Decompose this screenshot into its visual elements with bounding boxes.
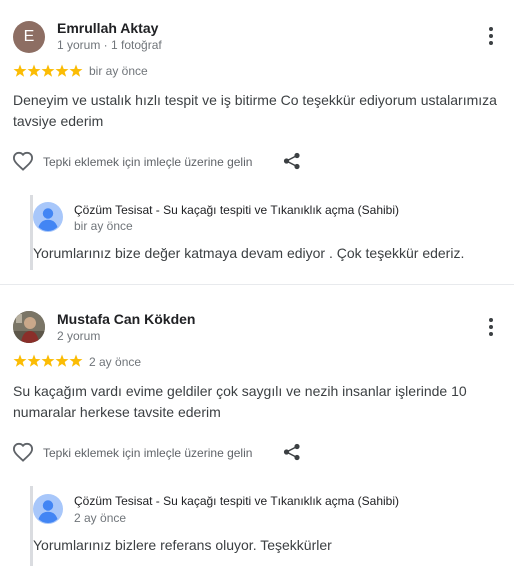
- owner-avatar-icon[interactable]: [33, 202, 63, 232]
- reply-time: bir ay önce: [74, 219, 133, 233]
- owner-avatar-icon[interactable]: [33, 494, 63, 524]
- owner-name: Çözüm Tesisat - Su kaçağı tespiti ve Tık…: [74, 203, 400, 217]
- share-icon[interactable]: [283, 443, 301, 461]
- more-options-icon[interactable]: [480, 25, 502, 47]
- author-name[interactable]: Mustafa Can Kökden: [57, 311, 195, 327]
- heart-icon[interactable]: [12, 442, 34, 462]
- avatar[interactable]: [13, 311, 45, 343]
- review-text: Deneyim ve ustalık hızlı tespit ve iş bi…: [13, 92, 497, 129]
- review-time: bir ay önce: [89, 64, 148, 78]
- review-time: 2 ay önce: [89, 355, 142, 369]
- owner-reply-text: Yorumlarınız bize değer katmaya devam ed…: [33, 245, 465, 261]
- review-text: Su kaçağım vardı evime geldiler çok sayg…: [13, 383, 467, 420]
- owner-reply-text: Yorumlarınız bizlere referans oluyor. Te…: [33, 537, 332, 553]
- reaction-hint: Tepki eklemek için imleçle üzerine gelin: [43, 155, 253, 169]
- share-icon[interactable]: [283, 152, 301, 170]
- star-rating: [13, 64, 83, 77]
- author-meta: 1 yorum · 1 fotoğraf: [57, 38, 162, 52]
- reply-time: 2 ay önce: [74, 511, 127, 525]
- heart-icon[interactable]: [12, 151, 34, 171]
- avatar[interactable]: E: [13, 21, 45, 53]
- review-divider: [0, 284, 514, 285]
- owner-name: Çözüm Tesisat - Su kaçağı tespiti ve Tık…: [74, 494, 400, 508]
- reaction-hint: Tepki eklemek için imleçle üzerine gelin: [43, 446, 253, 460]
- star-rating: [13, 354, 83, 367]
- author-name[interactable]: Emrullah Aktay: [57, 20, 158, 36]
- more-options-icon[interactable]: [480, 316, 502, 338]
- author-meta: 2 yorum: [57, 329, 101, 343]
